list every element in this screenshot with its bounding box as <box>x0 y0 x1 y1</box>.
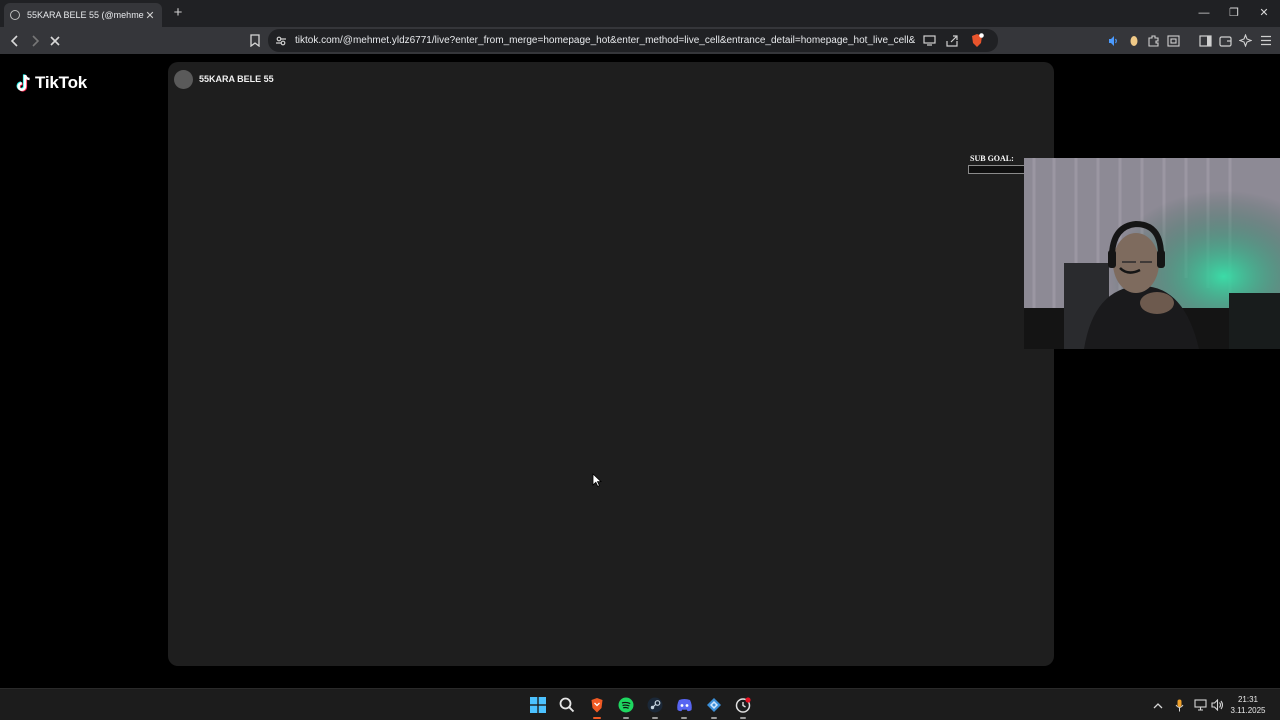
site-settings-icon[interactable] <box>272 32 289 49</box>
bookmark-icon[interactable] <box>246 32 263 49</box>
maximize-button[interactable]: ❐ <box>1219 4 1249 22</box>
tiktok-note-icon <box>16 74 30 92</box>
running-indicator <box>740 717 746 719</box>
webcam-overlay <box>1024 158 1280 349</box>
minimize-button[interactable]: — <box>1189 4 1219 22</box>
app-icon[interactable] <box>704 695 724 719</box>
live-video-player[interactable]: 55KARA BELE 55 SUB GOAL: <box>168 62 1054 666</box>
running-indicator <box>623 717 629 719</box>
sub-goal-progress-bar <box>968 165 1026 174</box>
webcam-image <box>1024 158 1280 349</box>
screenshot-icon[interactable] <box>1165 32 1182 49</box>
tiktok-live-page: TikTok 55KARA BELE 55 SUB GOAL: <box>0 54 1280 688</box>
running-indicator <box>711 717 717 719</box>
cast-icon[interactable] <box>921 32 938 49</box>
microphone-icon[interactable] <box>1172 698 1186 712</box>
close-window-button[interactable]: ✕ <box>1249 4 1279 22</box>
volume-icon[interactable] <box>1210 698 1224 712</box>
host-avatar[interactable] <box>174 69 193 89</box>
leo-ai-icon[interactable] <box>1237 32 1254 49</box>
mouse-cursor-icon <box>592 473 603 492</box>
wallet-icon[interactable] <box>1217 32 1234 49</box>
sub-goal-label: SUB GOAL: <box>970 154 1014 163</box>
forward-icon[interactable] <box>26 32 43 49</box>
share-icon[interactable] <box>944 32 961 49</box>
new-tab-button[interactable]: + <box>170 5 186 21</box>
tiktok-logo[interactable]: TikTok <box>16 72 87 94</box>
clock-time: 21:31 <box>1237 695 1259 704</box>
sidebar-icon[interactable] <box>1197 32 1214 49</box>
browser-toolbar: tiktok.com/@mehmet.yldz6771/live?enter_f… <box>0 27 1280 54</box>
network-icon[interactable] <box>1193 698 1207 712</box>
extension-icon[interactable] <box>1125 32 1142 49</box>
tiktok-favicon-icon <box>10 10 20 20</box>
show-hidden-icons-icon[interactable] <box>1151 698 1165 712</box>
sub-goal-overlay: SUB GOAL: <box>968 154 1026 174</box>
clock-date: 3.11.2025 <box>1230 706 1266 715</box>
search-icon[interactable] <box>557 695 577 715</box>
url-text[interactable]: tiktok.com/@mehmet.yldz6771/live?enter_f… <box>295 35 915 46</box>
spotify-icon[interactable] <box>616 695 636 719</box>
tab-close-button[interactable]: ✕ <box>144 9 156 22</box>
running-indicator <box>652 717 658 719</box>
brave-icon[interactable] <box>587 695 607 719</box>
system-clock[interactable]: 21:31 3.11.2025 <box>1226 694 1270 716</box>
browser-tab[interactable]: 55KARA BELE 55 (@mehmet.yld ✕ <box>4 3 162 27</box>
host-info[interactable]: 55KARA BELE 55 <box>174 68 274 90</box>
steam-icon[interactable] <box>645 695 665 719</box>
logo-wordmark: TikTok <box>35 73 88 92</box>
tab-bar: 55KARA BELE 55 (@mehmet.yld ✕ + — ❐ ✕ <box>0 0 1280 27</box>
start-icon[interactable] <box>528 695 548 715</box>
app-clock-icon[interactable] <box>733 695 753 719</box>
active-indicator <box>593 717 601 719</box>
stop-loading-icon[interactable] <box>46 32 63 49</box>
host-name[interactable]: 55KARA BELE 55 <box>199 74 274 84</box>
brave-shields-icon[interactable] <box>968 32 985 49</box>
back-icon[interactable] <box>6 32 23 49</box>
menu-icon[interactable] <box>1257 32 1274 49</box>
extensions-puzzle-icon[interactable] <box>1145 32 1162 49</box>
discord-icon[interactable] <box>674 695 694 719</box>
audio-playing-icon[interactable] <box>1104 32 1121 49</box>
running-indicator <box>681 717 687 719</box>
windows-taskbar: 21:31 3.11.2025 <box>0 688 1280 720</box>
tab-title: 55KARA BELE 55 (@mehmet.yld <box>27 10 144 20</box>
